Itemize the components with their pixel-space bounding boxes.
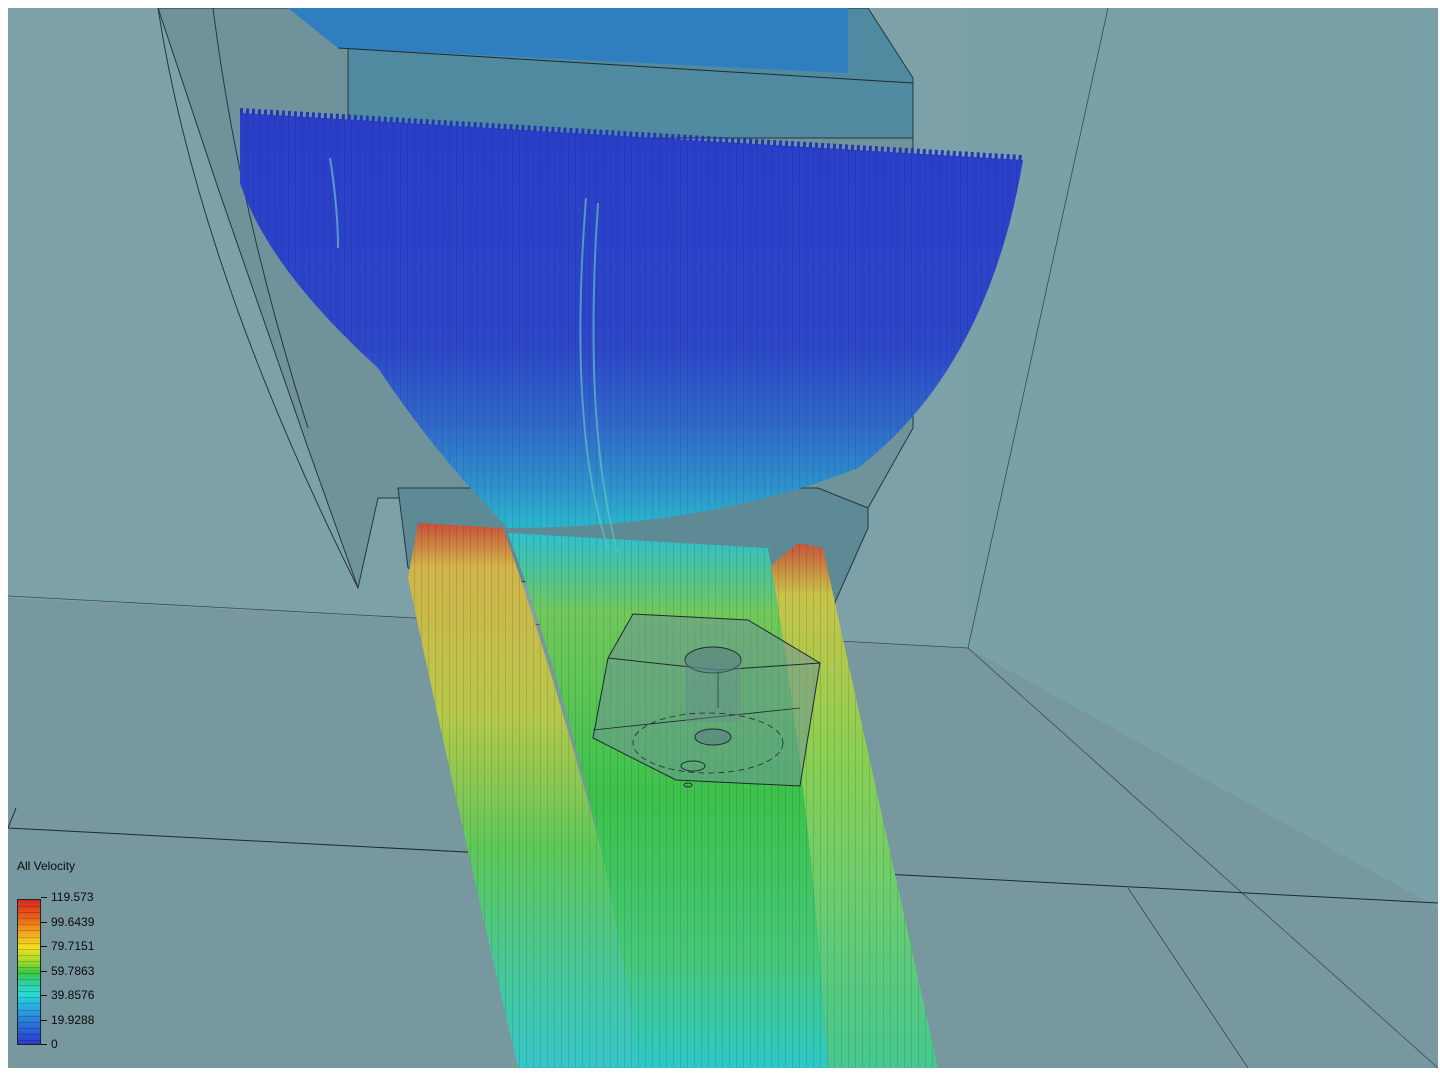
- legend-tick-label: 39.8576: [51, 988, 95, 1002]
- colorbar-band: [18, 1003, 40, 1005]
- colorbar-band: [18, 1009, 40, 1011]
- legend-title: All Velocity: [17, 859, 76, 873]
- velocity-colorbar: [17, 899, 41, 1045]
- 3d-viewport[interactable]: All Velocity 119.573 99.6439 79.7151 59.786…: [8, 8, 1438, 1068]
- legend-tick-mark: [41, 970, 47, 972]
- colorbar-band: [18, 930, 40, 932]
- colorbar-band: [18, 979, 40, 981]
- colorbar-band: [18, 936, 40, 938]
- colorbar-band: [18, 1027, 40, 1029]
- legend-tick-label: 79.7151: [51, 939, 95, 953]
- colorbar-band: [18, 991, 40, 993]
- legend-tick-label: 0: [51, 1037, 58, 1051]
- legend-tick-mark: [41, 1044, 47, 1045]
- colorbar-band: [18, 906, 40, 908]
- legend-tick-mark: [41, 995, 47, 996]
- colorbar-band: [18, 1039, 40, 1041]
- colorbar-band: [18, 1021, 40, 1023]
- legend-tick-label: 59.7863: [51, 963, 95, 978]
- colorbar-band: [18, 954, 40, 956]
- colorbar-band: [18, 948, 40, 950]
- colorbar-band: [18, 985, 40, 987]
- colorbar-band: [18, 973, 40, 974]
- legend-tick-mark: [41, 1019, 47, 1021]
- colorbar-band: [18, 1015, 40, 1017]
- colorbar-band: [18, 1033, 40, 1035]
- legend-tick-mark: [41, 897, 47, 898]
- colorbar-band: [18, 960, 40, 962]
- colorbar-band: [18, 997, 40, 999]
- colorbar-band: [18, 912, 40, 914]
- velocity-streamline-scene: [8, 8, 1438, 1068]
- colorbar-band: [18, 918, 40, 920]
- legend-tick-mark: [41, 921, 47, 923]
- colorbar-band: [18, 942, 40, 944]
- legend-tick-label: 99.6439: [51, 914, 95, 929]
- legend-tick-label: 19.9288: [51, 1012, 95, 1027]
- legend-tick-label: 119.573: [51, 890, 94, 904]
- legend-tick-mark: [41, 946, 47, 947]
- colorbar-band: [18, 924, 40, 926]
- colorbar-band: [18, 966, 40, 968]
